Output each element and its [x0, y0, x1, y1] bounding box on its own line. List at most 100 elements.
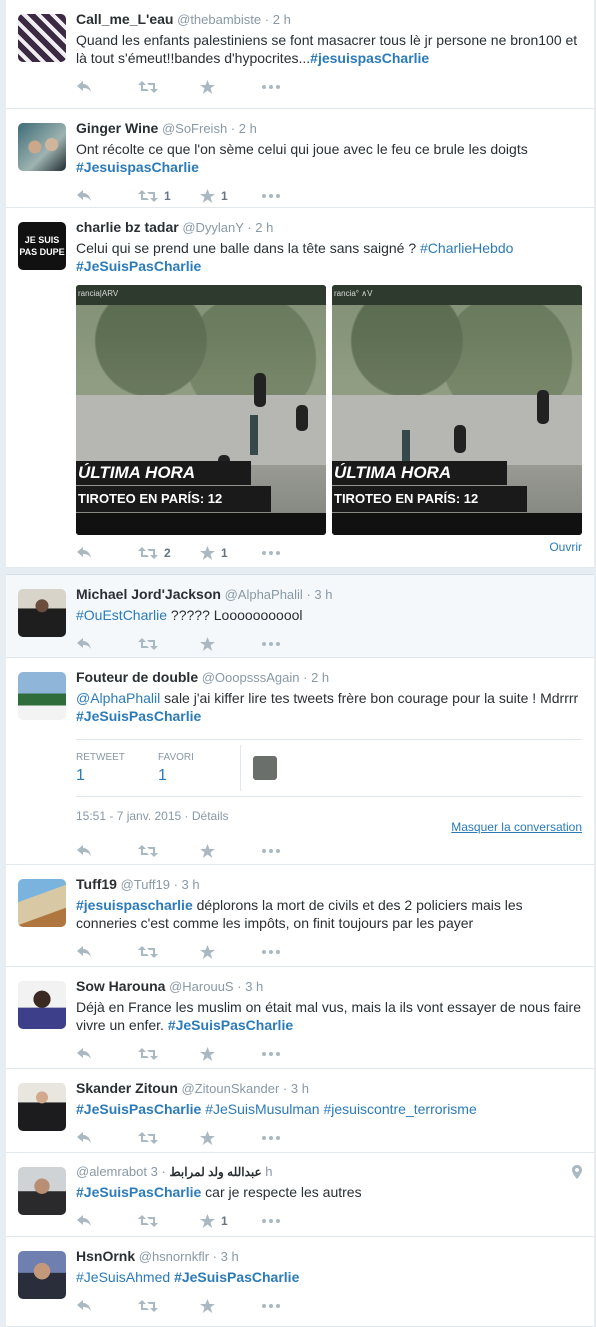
timestamp[interactable]: 2 h [273, 12, 291, 27]
username[interactable]: @ZitounSkander [182, 1081, 280, 1096]
hashtag-link[interactable]: #JesuispasCharlie [76, 159, 199, 175]
hashtag-link[interactable]: #JeSuisPasCharlie [168, 1017, 293, 1033]
fullname[interactable]: Tuff19 [76, 876, 117, 892]
conversation-tweet[interactable]: Michael Jord'Jackson @AlphaPhalil · 3 h … [6, 574, 594, 658]
avatar[interactable] [18, 14, 66, 62]
avatar[interactable] [18, 879, 66, 927]
retweet-button[interactable] [138, 1047, 200, 1061]
reply-button[interactable] [76, 1131, 138, 1145]
reply-button[interactable] [76, 1214, 138, 1228]
reply-button[interactable] [76, 945, 138, 959]
tweet[interactable]: HsnOrnk @hsnornkflr · 3 h #JeSuisAhmed #… [6, 1237, 594, 1327]
reply-button[interactable] [76, 637, 138, 651]
favorite-button[interactable] [200, 844, 262, 858]
username[interactable]: @DyylanY [182, 220, 243, 235]
avatar[interactable]: JE SUIS PAS DUPE [18, 222, 66, 270]
hashtag-link[interactable]: #OuEstCharlie [76, 607, 167, 623]
timestamp[interactable]: 2 h [311, 670, 329, 685]
username[interactable]: @AlphaPhalil [225, 587, 303, 602]
favorite-button[interactable] [200, 80, 262, 94]
favorite-button[interactable] [200, 1299, 262, 1313]
more-button[interactable] [262, 85, 324, 89]
timestamp[interactable]: 3 h [314, 587, 332, 602]
timestamp[interactable]: 2 h [239, 121, 257, 136]
more-button[interactable] [262, 950, 324, 954]
hashtag-link[interactable]: #CharlieHebdo [420, 240, 513, 256]
username[interactable]: @Tuff19 [121, 877, 170, 892]
hashtag-link[interactable]: #JeSuisMusulman [205, 1101, 319, 1117]
fullname[interactable]: Fouteur de double [76, 669, 198, 685]
reply-button[interactable] [76, 80, 138, 94]
hashtag-link[interactable]: #jesuispascharlie [76, 897, 193, 913]
username[interactable]: @SoFreish [162, 121, 227, 136]
retweet-button[interactable] [138, 945, 200, 959]
timestamp[interactable]: 3 h [291, 1081, 309, 1096]
retweet-button[interactable] [138, 80, 200, 94]
more-button[interactable] [262, 551, 324, 555]
timestamp[interactable]: 3 h [221, 1249, 239, 1264]
favorite-button[interactable] [200, 945, 262, 959]
more-button[interactable] [262, 1219, 324, 1223]
timestamp[interactable]: 3 h [245, 979, 263, 994]
retweet-button[interactable]: 2 [138, 546, 200, 560]
hashtag-link[interactable]: #JeSuisPasCharlie [174, 1269, 299, 1285]
username[interactable]: @HarouuS [169, 979, 234, 994]
reply-button[interactable] [76, 1299, 138, 1313]
mention-link[interactable]: @AlphaPhalil [76, 690, 160, 706]
tweet[interactable]: Skander Zitoun @ZitounSkander · 3 h #JeS… [6, 1069, 594, 1153]
avatar[interactable] [18, 1251, 66, 1299]
username[interactable]: @OoopsssAgain [202, 670, 300, 685]
more-button[interactable] [262, 1052, 324, 1056]
retweet-stat[interactable]: RETWEET 1 [76, 752, 158, 785]
hashtag-link[interactable]: #JeSuisPasCharlie [76, 258, 201, 274]
favorite-button[interactable]: 1 [200, 546, 262, 560]
location-icon[interactable] [572, 1165, 582, 1179]
fullname[interactable]: Skander Zitoun [76, 1080, 178, 1096]
fullname[interactable]: عبدالله ولد لمرابط [169, 1165, 261, 1179]
favorite-button[interactable] [200, 1131, 262, 1145]
retweet-button[interactable] [138, 1131, 200, 1145]
avatar[interactable] [18, 672, 66, 720]
hashtag-link[interactable]: #JeSuisPasCharlie [76, 708, 201, 724]
retweet-button[interactable]: 1 [138, 189, 200, 203]
details-link[interactable]: Détails [192, 809, 229, 823]
avatar[interactable] [18, 123, 66, 171]
media-photo[interactable]: rancia|ARV ÚLTIMA HORA TIROTEO EN PARÍS:… [76, 285, 326, 535]
tweet[interactable]: Sow Harouna @HarouuS · 3 h Déjà en Franc… [6, 967, 594, 1069]
reply-button[interactable] [76, 1047, 138, 1061]
avatar[interactable] [18, 1167, 66, 1215]
hashtag-link[interactable]: #JeSuisPasCharlie [76, 1101, 201, 1117]
retweet-button[interactable] [138, 1214, 200, 1228]
hashtag-link[interactable]: #jesuispasCharlie [310, 50, 429, 66]
username[interactable]: @alemrabot [76, 1164, 147, 1179]
reply-button[interactable] [76, 844, 138, 858]
more-button[interactable] [262, 194, 324, 198]
username[interactable]: @hsnornkflr [139, 1249, 209, 1264]
timestamp[interactable]: 3 h [182, 877, 200, 892]
tweet[interactable]: Ginger Wine @SoFreish · 2 h Ont récolte … [6, 109, 594, 208]
hashtag-link[interactable]: #JeSuisPasCharlie [76, 1184, 201, 1200]
reply-button[interactable] [76, 546, 138, 560]
hashtag-link[interactable]: #JeSuisAhmed [76, 1269, 170, 1285]
favorite-stat[interactable]: FAVORI 1 [158, 752, 240, 785]
more-button[interactable] [262, 1304, 324, 1308]
avatar[interactable] [18, 1083, 66, 1131]
retweet-button[interactable] [138, 637, 200, 651]
avatar[interactable] [18, 981, 66, 1029]
tweet[interactable]: @alemrabot عبدالله ولد لمرابط · 3 h #JeS… [6, 1153, 594, 1237]
username[interactable]: @thebambiste [177, 12, 261, 27]
favorite-button[interactable] [200, 1047, 262, 1061]
fullname[interactable]: Ginger Wine [76, 120, 158, 136]
tweet[interactable]: Call_me_L'eau @thebambiste · 2 h Quand l… [6, 0, 594, 109]
more-button[interactable] [262, 642, 324, 646]
media-photo[interactable]: rancia° ∧V ÚLTIMA HORA TIROTEO EN PARÍS:… [332, 285, 582, 535]
fullname[interactable]: HsnOrnk [76, 1248, 135, 1264]
tweet[interactable]: Tuff19 @Tuff19 · 3 h #jesuispascharlie d… [6, 865, 594, 967]
open-link[interactable]: Ouvrir [549, 540, 582, 554]
favorite-button[interactable] [200, 637, 262, 651]
hide-conversation-link[interactable]: Masquer la conversation [451, 820, 582, 834]
timestamp[interactable]: 2 h [255, 220, 273, 235]
reply-button[interactable] [76, 189, 138, 203]
fullname[interactable]: charlie bz tadar [76, 219, 179, 235]
retweet-button[interactable] [138, 844, 200, 858]
